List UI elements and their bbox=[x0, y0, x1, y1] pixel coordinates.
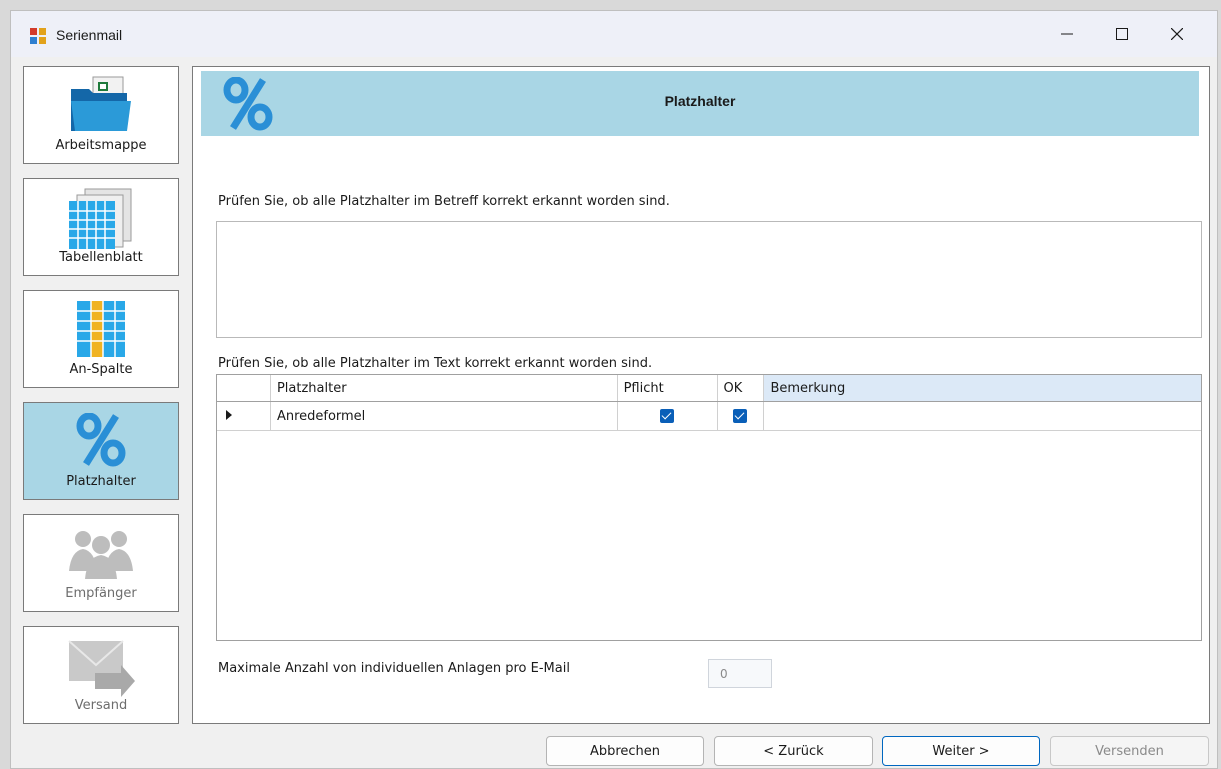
nav-item-label: Versand bbox=[74, 698, 128, 713]
table-row[interactable]: Anredeformel bbox=[217, 401, 1201, 431]
nav-item-platzhalter[interactable]: Platzhalter bbox=[23, 402, 179, 500]
envelope-send-icon bbox=[68, 640, 135, 697]
column-icon bbox=[77, 301, 125, 357]
back-button[interactable]: < Zurück bbox=[714, 736, 873, 766]
maximize-button[interactable] bbox=[1100, 19, 1144, 49]
spreadsheet-icon bbox=[69, 188, 132, 249]
cell-bemerkung[interactable] bbox=[763, 401, 1201, 431]
nav-item-arbeitsmappe[interactable]: Arbeitsmappe bbox=[23, 66, 179, 164]
minimize-icon bbox=[1061, 33, 1073, 35]
page-title: Platzhalter bbox=[664, 93, 736, 109]
nav-item-empfaenger[interactable]: Empfänger bbox=[23, 514, 179, 612]
text-check-label: Prüfen Sie, ob alle Platzhalter im Text … bbox=[218, 356, 653, 371]
page-header: Platzhalter bbox=[201, 71, 1199, 136]
minimize-button[interactable] bbox=[1045, 19, 1089, 49]
placeholder-grid[interactable]: Platzhalter Pflicht OK Bemerkung Anredef… bbox=[216, 374, 1202, 641]
workbook-folder-icon bbox=[71, 76, 131, 131]
close-button[interactable] bbox=[1155, 19, 1199, 49]
grid-header-row: Platzhalter Pflicht OK Bemerkung bbox=[217, 375, 1201, 402]
nav-item-an-spalte[interactable]: An-Spalte bbox=[23, 290, 179, 388]
title-bar: Serienmail bbox=[11, 11, 1217, 57]
main-panel: Platzhalter Prüfen Sie, ob alle Platzhal… bbox=[192, 66, 1210, 724]
close-icon bbox=[1171, 28, 1183, 40]
nav-item-label: Platzhalter bbox=[66, 474, 136, 489]
serienmail-window: Serienmail Arbeitsmappe Tabellenblatt An… bbox=[10, 10, 1218, 769]
current-row-arrow-icon bbox=[226, 409, 232, 420]
cancel-button[interactable]: Abbrechen bbox=[546, 736, 704, 766]
people-icon bbox=[69, 531, 133, 579]
cell-pflicht[interactable] bbox=[617, 401, 718, 431]
max-attachments-input[interactable]: 0 bbox=[708, 659, 772, 688]
cell-platzhalter[interactable]: Anredeformel bbox=[270, 401, 618, 431]
percent-icon bbox=[76, 413, 126, 467]
row-header-corner bbox=[217, 375, 271, 402]
ok-checkbox[interactable] bbox=[733, 409, 748, 423]
nav-item-label: Empfänger bbox=[65, 586, 137, 601]
column-header-platzhalter[interactable]: Platzhalter bbox=[270, 375, 618, 402]
window-title: Serienmail bbox=[56, 27, 123, 43]
nav-item-label: Arbeitsmappe bbox=[55, 138, 147, 153]
maximize-icon bbox=[1116, 28, 1128, 40]
pflicht-checkbox[interactable] bbox=[660, 409, 675, 423]
nav-item-versand[interactable]: Versand bbox=[23, 626, 179, 724]
column-header-pflicht[interactable]: Pflicht bbox=[617, 375, 718, 402]
max-attachments-label: Maximale Anzahl von individuellen Anlage… bbox=[218, 661, 570, 676]
placeholder-table: Platzhalter Pflicht OK Bemerkung Anredef… bbox=[217, 375, 1201, 431]
column-header-ok[interactable]: OK bbox=[717, 375, 765, 402]
app-icon bbox=[30, 28, 46, 44]
row-selector[interactable] bbox=[217, 401, 271, 431]
next-button[interactable]: Weiter > bbox=[882, 736, 1040, 766]
column-header-bemerkung[interactable]: Bemerkung bbox=[763, 375, 1201, 402]
nav-item-tabellenblatt[interactable]: Tabellenblatt bbox=[23, 178, 179, 276]
subject-placeholders-textbox[interactable] bbox=[216, 221, 1202, 338]
subject-check-label: Prüfen Sie, ob alle Platzhalter im Betre… bbox=[218, 194, 670, 209]
cell-ok[interactable] bbox=[717, 401, 765, 431]
send-button[interactable]: Versenden bbox=[1050, 736, 1209, 766]
nav-item-label: Tabellenblatt bbox=[59, 250, 143, 265]
nav-item-label: An-Spalte bbox=[69, 362, 133, 377]
